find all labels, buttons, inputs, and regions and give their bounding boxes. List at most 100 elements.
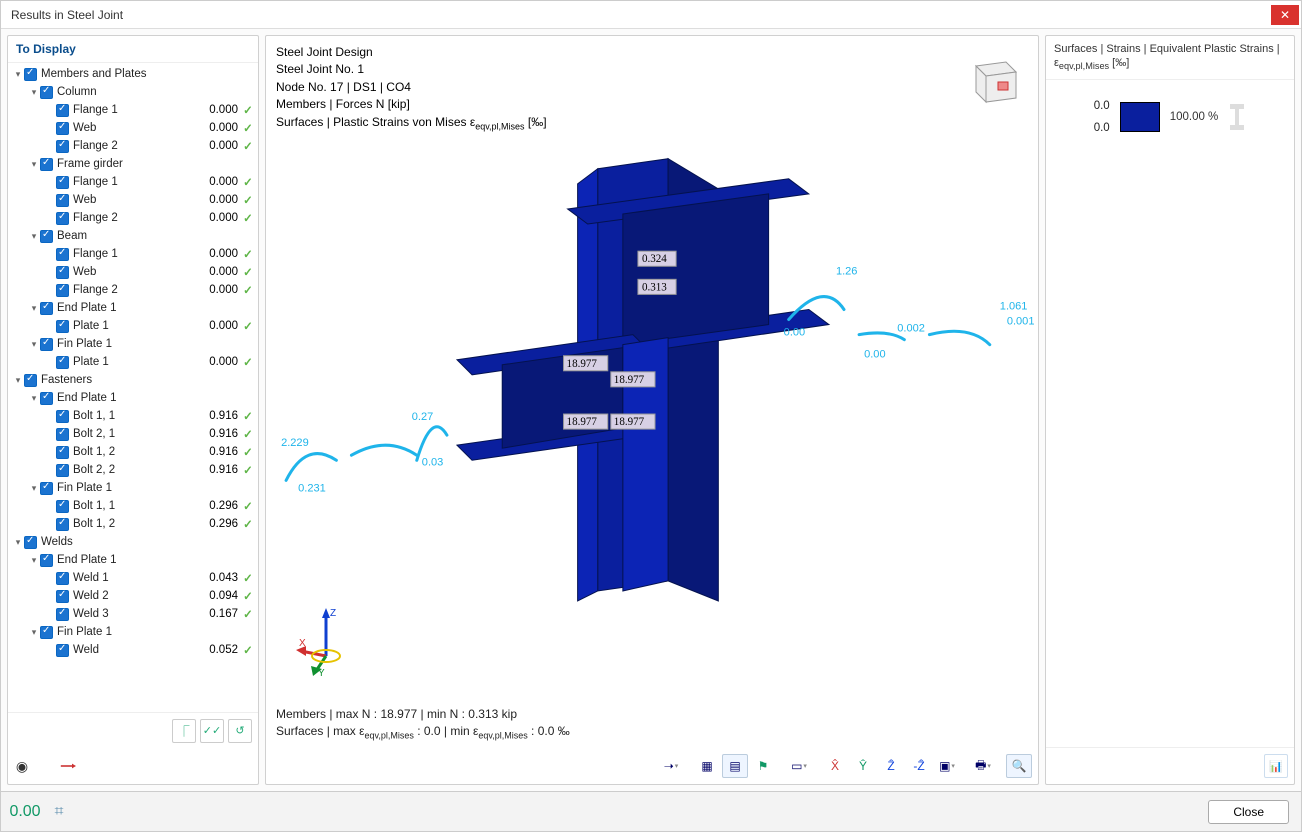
tree-checkbox[interactable]: [56, 644, 69, 657]
tree-checkbox[interactable]: [40, 626, 53, 639]
tree-checkbox[interactable]: [56, 446, 69, 459]
arrow-mode-icon[interactable]: ➝: [658, 754, 684, 778]
tree-checkbox[interactable]: [56, 194, 69, 207]
tree-item[interactable]: ▾Weld 30.167✓: [8, 605, 258, 623]
tree-item[interactable]: ▾Flange 20.000✓: [8, 137, 258, 155]
view-y-icon[interactable]: Ŷ: [850, 754, 876, 778]
viz-canvas[interactable]: 0.324 0.313 18.977 18.977 18.977 18.977: [266, 36, 1038, 784]
chevron-down-icon[interactable]: ▾: [28, 627, 40, 638]
tree-item[interactable]: ▾Fin Plate 1: [8, 479, 258, 497]
find-icon[interactable]: 🔍: [1006, 754, 1032, 778]
chevron-down-icon[interactable]: ▾: [12, 69, 24, 80]
tree-checkbox[interactable]: [40, 302, 53, 315]
chevron-down-icon[interactable]: ▾: [28, 555, 40, 566]
tree-item[interactable]: ▾Frame girder: [8, 155, 258, 173]
tree-checkbox[interactable]: [56, 122, 69, 135]
view-z-icon[interactable]: Ẑ: [878, 754, 904, 778]
tree-item[interactable]: ▾Bolt 1, 10.296✓: [8, 497, 258, 515]
chevron-down-icon[interactable]: ▾: [28, 303, 40, 314]
chevron-down-icon[interactable]: ▾: [12, 537, 24, 548]
tree-item[interactable]: ▾Web0.000✓: [8, 119, 258, 137]
tree-checkbox[interactable]: [56, 464, 69, 477]
tree-checkbox[interactable]: [56, 356, 69, 369]
eye-icon[interactable]: ◉: [10, 754, 34, 778]
view-neg-z-icon[interactable]: -Ẑ: [906, 754, 932, 778]
tree-checkbox[interactable]: [56, 428, 69, 441]
iso-view-icon[interactable]: ▣: [934, 754, 960, 778]
tree-item[interactable]: ▾Web0.000✓: [8, 191, 258, 209]
tree-checkbox[interactable]: [56, 248, 69, 261]
tree-item[interactable]: ▾Fasteners: [8, 371, 258, 389]
chevron-down-icon[interactable]: ▾: [28, 87, 40, 98]
chevron-down-icon[interactable]: ▾: [28, 393, 40, 404]
tree-checkbox[interactable]: [56, 572, 69, 585]
tree-item[interactable]: ▾End Plate 1: [8, 551, 258, 569]
units-icon[interactable]: 0.00: [13, 800, 37, 824]
chevron-down-icon[interactable]: ▾: [28, 339, 40, 350]
grid-icon[interactable]: ▦: [694, 754, 720, 778]
uncheck-all-icon[interactable]: ↺: [228, 719, 252, 743]
chevron-down-icon[interactable]: ▾: [28, 483, 40, 494]
print-icon[interactable]: 🖶: [970, 754, 996, 778]
tree-item[interactable]: ▾End Plate 1: [8, 299, 258, 317]
zoom-icon[interactable]: ▭: [786, 754, 812, 778]
tree-checkbox[interactable]: [56, 518, 69, 531]
chevron-down-icon[interactable]: ▾: [12, 375, 24, 386]
tree-checkbox[interactable]: [56, 284, 69, 297]
tree-item[interactable]: ▾Bolt 1, 10.916✓: [8, 407, 258, 425]
tree-item[interactable]: ▾Web0.000✓: [8, 263, 258, 281]
tree-item[interactable]: ▾Flange 10.000✓: [8, 173, 258, 191]
tree-checkbox[interactable]: [24, 536, 37, 549]
legend-settings-icon[interactable]: 📊: [1264, 754, 1288, 778]
tree-item[interactable]: ▾End Plate 1: [8, 389, 258, 407]
tree-checkbox[interactable]: [56, 410, 69, 423]
structure-icon[interactable]: ⌗: [47, 800, 71, 824]
tree-item[interactable]: ▾Flange 10.000✓: [8, 245, 258, 263]
tree-checkbox[interactable]: [24, 374, 37, 387]
close-button[interactable]: Close: [1208, 800, 1289, 824]
tree-checkbox[interactable]: [40, 338, 53, 351]
tree-checkbox[interactable]: [40, 230, 53, 243]
tree-item[interactable]: ▾Bolt 1, 20.916✓: [8, 443, 258, 461]
tree-checkbox[interactable]: [24, 68, 37, 81]
tree-checkbox[interactable]: [56, 320, 69, 333]
nav-cube[interactable]: [962, 52, 1022, 108]
view-x-icon[interactable]: X̂: [822, 754, 848, 778]
tree-checkbox[interactable]: [40, 482, 53, 495]
tree-item[interactable]: ▾Members and Plates: [8, 65, 258, 83]
tree-item[interactable]: ▾Bolt 2, 20.916✓: [8, 461, 258, 479]
tree-item[interactable]: ▾Flange 10.000✓: [8, 101, 258, 119]
tree-item[interactable]: ▾Beam: [8, 227, 258, 245]
tree-item[interactable]: ▾Welds: [8, 533, 258, 551]
tree-item[interactable]: ▾Bolt 2, 10.916✓: [8, 425, 258, 443]
tree-item[interactable]: ▾Plate 10.000✓: [8, 353, 258, 371]
bolt-view-icon[interactable]: [56, 754, 80, 778]
chevron-down-icon[interactable]: ▾: [28, 231, 40, 242]
tree-item[interactable]: ▾Weld 20.094✓: [8, 587, 258, 605]
tree-checkbox[interactable]: [56, 104, 69, 117]
tree-checkbox[interactable]: [56, 500, 69, 513]
tree-item[interactable]: ▾Weld0.052✓: [8, 641, 258, 659]
tree-item[interactable]: ▾Bolt 1, 20.296✓: [8, 515, 258, 533]
tree-item[interactable]: ▾Weld 10.043✓: [8, 569, 258, 587]
tree-item[interactable]: ▾Plate 10.000✓: [8, 317, 258, 335]
tree-item[interactable]: ▾Flange 20.000✓: [8, 209, 258, 227]
display-surface-icon[interactable]: ▤: [722, 754, 748, 778]
chevron-down-icon[interactable]: ▾: [28, 159, 40, 170]
tree-checkbox[interactable]: [40, 158, 53, 171]
tree-item[interactable]: ▾Fin Plate 1: [8, 623, 258, 641]
tree[interactable]: ▾Members and Plates▾Column▾Flange 10.000…: [8, 63, 258, 712]
tree-checkbox[interactable]: [56, 140, 69, 153]
check-all-icon[interactable]: ✓✓: [200, 719, 224, 743]
tree-checkbox[interactable]: [56, 176, 69, 189]
tree-checkbox[interactable]: [40, 554, 53, 567]
tree-item[interactable]: ▾Column: [8, 83, 258, 101]
tree-checkbox[interactable]: [56, 608, 69, 621]
tree-checkbox[interactable]: [56, 266, 69, 279]
close-icon[interactable]: ✕: [1271, 5, 1299, 25]
tree-item[interactable]: ▾Fin Plate 1: [8, 335, 258, 353]
tree-checkbox[interactable]: [56, 212, 69, 225]
flag-icon[interactable]: ⚑: [750, 754, 776, 778]
tree-item[interactable]: ▾Flange 20.000✓: [8, 281, 258, 299]
collapse-icon[interactable]: ⎾: [172, 719, 196, 743]
